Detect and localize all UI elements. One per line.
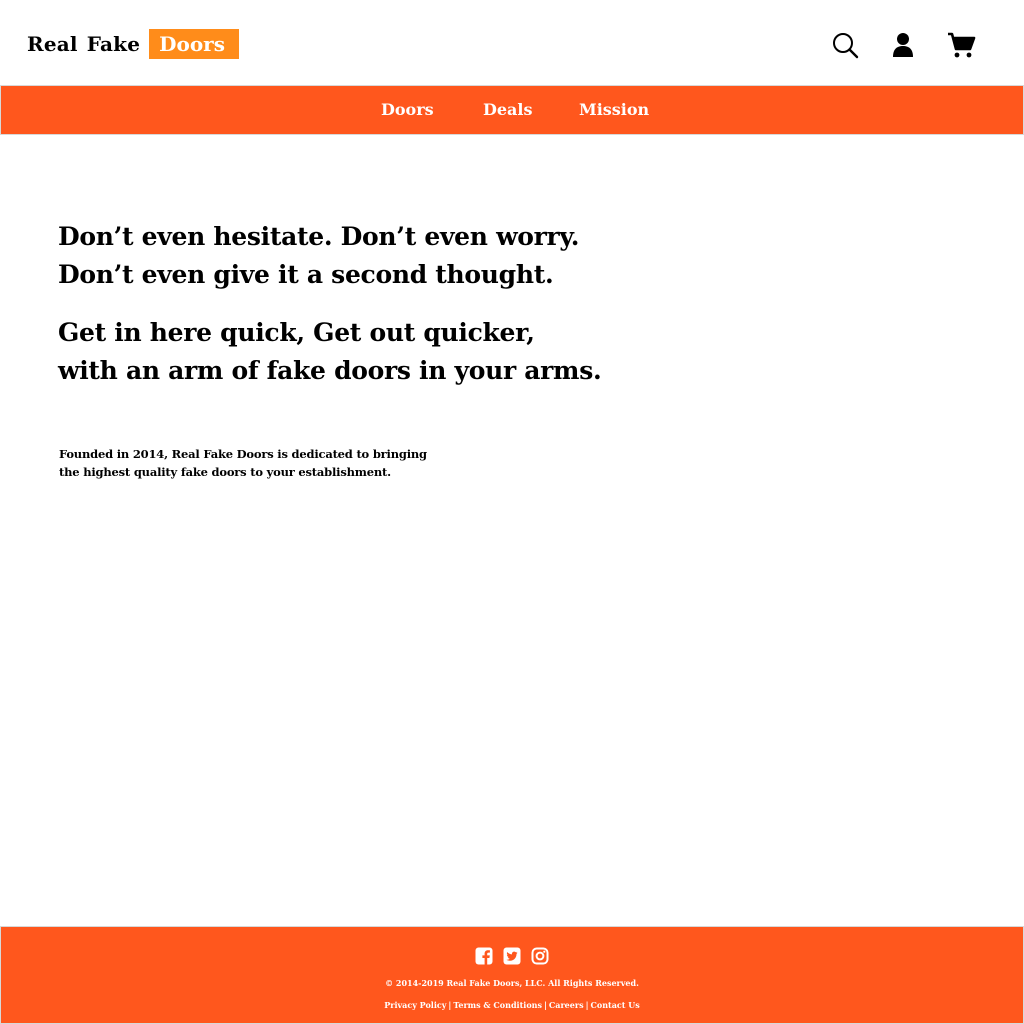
- hero-line-1: Don’t even hesitate. Don’t even worry.: [58, 222, 580, 251]
- link-separator: |: [585, 1000, 589, 1010]
- about-text: Founded in 2014, Real Fake Doors is dedi…: [59, 445, 479, 481]
- link-separator: |: [543, 1000, 547, 1010]
- instagram-icon[interactable]: [531, 947, 549, 965]
- main-nav: Doors Deals Mission: [0, 85, 1024, 135]
- logo-word-fake: Fake: [86, 32, 141, 56]
- facebook-icon[interactable]: [475, 947, 493, 965]
- nav-item-mission[interactable]: Mission: [579, 86, 649, 134]
- logo-word-real: Real: [27, 32, 78, 56]
- hero-line-4: with an arm of fake doors in your arms.: [58, 356, 602, 385]
- copyright-text: © 2014-2019 Real Fake Doors, LLC. All Ri…: [385, 978, 639, 988]
- site-header: Real Fake Doors: [0, 0, 1024, 85]
- privacy-policy-link[interactable]: Privacy Policy: [384, 1000, 446, 1010]
- terms-conditions-link[interactable]: Terms & Conditions: [453, 1000, 542, 1010]
- search-icon[interactable]: [830, 30, 860, 60]
- footer-links: Privacy Policy | Terms & Conditions | Career…: [1, 999, 1023, 1011]
- about-line-2: the highest quality fake doors to your e…: [59, 465, 391, 479]
- hero-line-3: Get in here quick, Get out quicker,: [58, 318, 535, 347]
- hero-line-2: Don’t even give it a second thought.: [58, 260, 554, 289]
- hero-text: Don’t even hesitate. Don’t even worry. D…: [58, 218, 658, 390]
- contact-us-link[interactable]: Contact Us: [591, 1000, 640, 1010]
- logo-badge-doors: Doors: [149, 29, 239, 59]
- account-icon[interactable]: [888, 30, 918, 60]
- twitter-icon[interactable]: [503, 947, 521, 965]
- cart-icon[interactable]: [946, 30, 976, 60]
- about-line-1: Founded in 2014, Real Fake Doors is dedi…: [59, 447, 427, 461]
- site-footer: © 2014-2019 Real Fake Doors, LLC. All Ri…: [0, 926, 1024, 1024]
- social-links: [1, 947, 1023, 965]
- careers-link[interactable]: Careers: [549, 1000, 584, 1010]
- nav-item-doors[interactable]: Doors: [381, 86, 434, 134]
- nav-item-deals[interactable]: Deals: [483, 86, 533, 134]
- site-logo[interactable]: Real Fake Doors: [27, 29, 239, 59]
